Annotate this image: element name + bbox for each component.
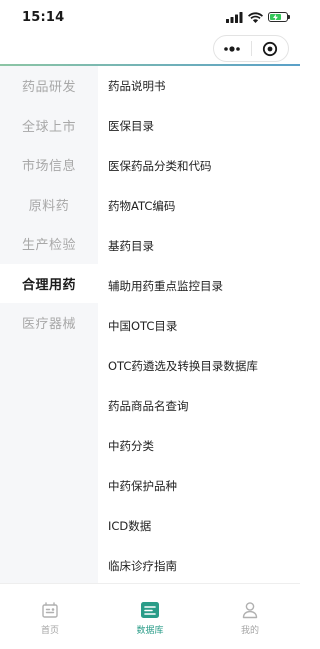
mini-program-capsule bbox=[213, 35, 289, 62]
list-item[interactable]: ICD数据 bbox=[98, 506, 300, 546]
list-item[interactable]: 中药分类 bbox=[98, 426, 300, 466]
profile-icon bbox=[239, 599, 261, 621]
tab-label: 数据库 bbox=[136, 626, 164, 636]
status-icons bbox=[226, 10, 290, 24]
cellular-signal-icon bbox=[226, 11, 243, 23]
target-close-icon bbox=[262, 41, 277, 56]
list-item[interactable]: 药物ATC编码 bbox=[98, 186, 300, 226]
category-sidebar: 药品研发 全球上市 市场信息 原料药 生产检验 合理用药 医疗器械 bbox=[0, 66, 98, 583]
sidebar-item-global-launch[interactable]: 全球上市 bbox=[0, 106, 98, 146]
status-bar: 15:14 bbox=[0, 0, 300, 34]
nav-bar bbox=[0, 34, 300, 64]
list-item[interactable]: 药品说明书 bbox=[98, 66, 300, 106]
tab-label: 我的 bbox=[240, 626, 259, 636]
database-icon bbox=[139, 599, 161, 621]
list-item[interactable]: 临床诊疗指南 bbox=[98, 546, 300, 586]
charging-bolt-icon bbox=[273, 13, 279, 21]
wifi-icon bbox=[248, 11, 263, 23]
sidebar-item-rational-use[interactable]: 合理用药 bbox=[0, 263, 98, 303]
list-item[interactable]: 医保药品分类和代码 bbox=[98, 146, 300, 186]
sidebar-item-drug-rd[interactable]: 药品研发 bbox=[0, 66, 98, 106]
sidebar-item-market-info[interactable]: 市场信息 bbox=[0, 145, 98, 185]
list-item[interactable]: 中国OTC目录 bbox=[98, 306, 300, 346]
list-item[interactable]: OTC药遴选及转换目录数据库 bbox=[98, 346, 300, 386]
sidebar-item-medical-devices[interactable]: 医疗器械 bbox=[0, 303, 98, 343]
home-icon bbox=[39, 599, 61, 621]
status-time: 15:14 bbox=[22, 10, 65, 25]
more-dots-icon bbox=[224, 45, 241, 52]
more-button[interactable] bbox=[214, 36, 251, 61]
sidebar-item-production-testing[interactable]: 生产检验 bbox=[0, 224, 98, 264]
bottom-tab-bar: 首页 数据库 我的 bbox=[0, 583, 300, 649]
tab-profile[interactable]: 我的 bbox=[200, 584, 300, 649]
list-item[interactable]: 中药保护品种 bbox=[98, 466, 300, 506]
tab-label: 首页 bbox=[40, 626, 59, 636]
tab-home[interactable]: 首页 bbox=[0, 584, 100, 649]
list-item[interactable]: 辅助用药重点监控目录 bbox=[98, 266, 300, 306]
sidebar-item-api[interactable]: 原料药 bbox=[0, 185, 98, 225]
list-item[interactable]: 医保目录 bbox=[98, 106, 300, 146]
battery-icon bbox=[268, 12, 290, 22]
tab-database[interactable]: 数据库 bbox=[100, 584, 200, 649]
close-button[interactable] bbox=[252, 36, 289, 61]
list-item[interactable]: 基药目录 bbox=[98, 226, 300, 266]
list-item[interactable]: 药品商品名查询 bbox=[98, 386, 300, 426]
database-list: 药品说明书 医保目录 医保药品分类和代码 药物ATC编码 基药目录 辅助用药重点… bbox=[98, 66, 300, 583]
